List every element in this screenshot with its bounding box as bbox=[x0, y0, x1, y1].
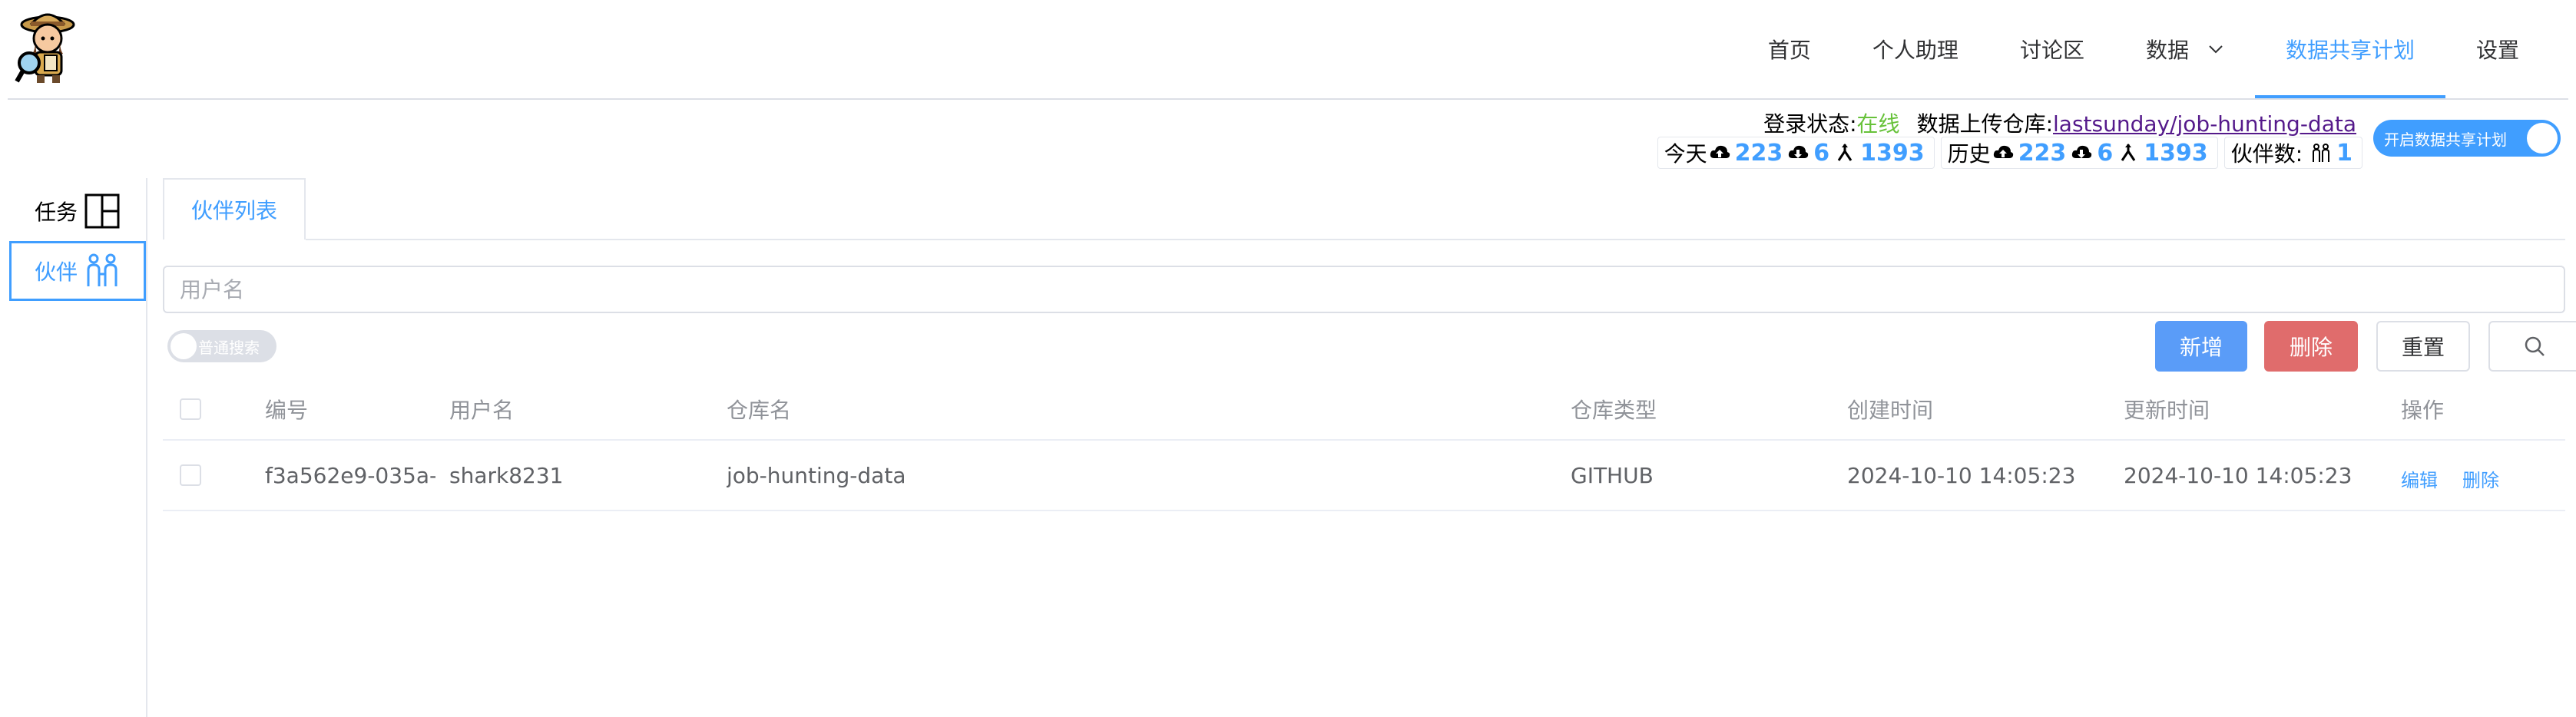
table-row: f3a562e9-035a- shark8231 job-hunting-dat… bbox=[163, 441, 2565, 511]
sidebar-item-partners-label: 伙伴 bbox=[34, 259, 78, 285]
stats-today-merge: 1393 bbox=[1860, 139, 1925, 167]
cloud-upload-icon bbox=[1710, 145, 1730, 158]
nav-assistant-label: 个人助理 bbox=[1872, 38, 1958, 63]
stats-history-merge: 1393 bbox=[2144, 139, 2208, 167]
chevron-down-icon bbox=[2209, 45, 2223, 54]
tab-partner-list[interactable]: 伙伴列表 bbox=[163, 178, 306, 240]
stats-history-download: 6 bbox=[2097, 139, 2114, 167]
column-header-actions: 操作 bbox=[2401, 398, 2445, 423]
sidebar-item-task-label: 任务 bbox=[34, 200, 78, 225]
cell-id: f3a562e9-035a- bbox=[265, 462, 435, 488]
add-button-label: 新增 bbox=[2179, 335, 2223, 360]
cloud-download-icon bbox=[2072, 145, 2092, 158]
partners-icon bbox=[87, 253, 118, 286]
column-header-repo: 仓库名 bbox=[727, 398, 792, 423]
tab-divider bbox=[306, 239, 2565, 240]
data-share-toggle[interactable]: 开启数据共享计划 bbox=[2373, 120, 2561, 157]
layout-icon bbox=[84, 193, 120, 229]
status-line: 登录状态:在线 数据上传仓库:lastsunday/job-hunting-dat… bbox=[1763, 107, 2356, 138]
nav-data-share-label: 数据共享计划 bbox=[2285, 38, 2415, 63]
header-divider bbox=[8, 98, 2568, 100]
cell-actions: 编辑 删除 bbox=[2401, 441, 2554, 510]
login-status-label: 登录状态: bbox=[1763, 111, 1857, 137]
stats-partners-label: 伙伴数: bbox=[2230, 141, 2303, 167]
nav-data-menu[interactable]: 数据 bbox=[2115, 0, 2255, 98]
data-share-toggle-label: 开启数据共享计划 bbox=[2384, 130, 2507, 149]
cell-created: 2024-10-10 14:05:23 bbox=[1847, 462, 2076, 488]
stats-today-upload: 223 bbox=[1734, 139, 1783, 167]
column-header-created: 创建时间 bbox=[1847, 398, 1934, 423]
delete-button[interactable]: 删除 bbox=[2264, 321, 2358, 372]
nav-discussion-label: 讨论区 bbox=[2019, 38, 2084, 63]
nav-settings-label: 设置 bbox=[2475, 38, 2519, 63]
cell-updated: 2024-10-10 14:05:23 bbox=[2124, 462, 2353, 488]
table-header-row: 编号 用户名 仓库名 仓库类型 创建时间 更新时间 操作 bbox=[163, 379, 2565, 441]
normal-search-toggle-label: 普通搜索 bbox=[198, 338, 260, 357]
stats-history-upload: 223 bbox=[2018, 139, 2067, 167]
column-header-id: 编号 bbox=[265, 398, 309, 423]
cloud-download-icon bbox=[1789, 145, 1809, 158]
nav-home-label: 首页 bbox=[1767, 38, 1811, 63]
nav-data-share[interactable]: 数据共享计划 bbox=[2254, 0, 2446, 98]
sidebar-divider bbox=[146, 178, 147, 717]
delete-row-button[interactable]: 删除 bbox=[2462, 459, 2499, 492]
stats-partners-count: 1 bbox=[2336, 139, 2353, 167]
reset-button-label: 重置 bbox=[2401, 335, 2445, 360]
nav-assistant[interactable]: 个人助理 bbox=[1842, 0, 1989, 98]
stats-history: 历史 223 6 1393 bbox=[1940, 137, 2218, 169]
toggle-knob bbox=[171, 333, 197, 359]
sidebar-item-task[interactable]: 任务 bbox=[9, 181, 146, 241]
stats-bar: 今天 223 6 1393 历史 223 6 1393 伙伴数: 1 bbox=[1657, 137, 2362, 169]
nav-discussion[interactable]: 讨论区 bbox=[1989, 0, 2115, 98]
search-button[interactable] bbox=[2488, 321, 2576, 372]
merge-icon bbox=[1837, 144, 1853, 161]
nav-settings[interactable]: 设置 bbox=[2445, 0, 2550, 98]
upload-repo-label: 数据上传仓库: bbox=[1916, 111, 2053, 137]
merge-icon bbox=[2121, 144, 2136, 161]
select-all-checkbox[interactable] bbox=[180, 398, 201, 420]
logo-explorer-icon bbox=[15, 13, 75, 83]
column-header-repo-type: 仓库类型 bbox=[1571, 398, 1657, 423]
partners-icon bbox=[2313, 144, 2330, 162]
cloud-upload-icon bbox=[1993, 145, 2013, 158]
delete-button-label: 删除 bbox=[2289, 335, 2333, 360]
app-root: 首页 个人助理 讨论区 数据 数据共享计划 设置 登录状态:在线 数据上传仓库:l… bbox=[0, 0, 2576, 717]
row-checkbox[interactable] bbox=[180, 464, 201, 486]
nav-home[interactable]: 首页 bbox=[1737, 0, 1842, 98]
stats-today: 今天 223 6 1393 bbox=[1657, 137, 1935, 169]
cell-repo: job-hunting-data bbox=[727, 462, 906, 488]
stats-partners: 伙伴数: 1 bbox=[2223, 137, 2362, 169]
add-button[interactable]: 新增 bbox=[2155, 321, 2247, 372]
edit-row-button[interactable]: 编辑 bbox=[2401, 459, 2438, 492]
column-header-username: 用户名 bbox=[449, 398, 515, 423]
normal-search-toggle[interactable]: 普通搜索 bbox=[167, 330, 276, 362]
sidebar-item-partners[interactable]: 伙伴 bbox=[9, 241, 146, 301]
nav-data-label: 数据 bbox=[2145, 38, 2189, 63]
stats-history-label: 历史 bbox=[1947, 141, 1991, 167]
top-nav: 首页 个人助理 讨论区 数据 数据共享计划 设置 bbox=[1737, 0, 2550, 98]
search-icon bbox=[2525, 336, 2545, 356]
stats-today-label: 今天 bbox=[1664, 141, 1707, 167]
column-header-updated: 更新时间 bbox=[2124, 398, 2210, 423]
cell-repo-type: GITHUB bbox=[1571, 462, 1654, 488]
partner-table: 编号 用户名 仓库名 仓库类型 创建时间 更新时间 操作 f3a562e9-03… bbox=[163, 379, 2565, 511]
stats-today-download: 6 bbox=[1813, 139, 1830, 167]
cell-username: shark8231 bbox=[449, 462, 564, 488]
reset-button[interactable]: 重置 bbox=[2376, 321, 2470, 372]
tab-partner-list-label: 伙伴列表 bbox=[190, 198, 277, 223]
login-status-value: 在线 bbox=[1856, 111, 1900, 137]
toggle-knob bbox=[2527, 123, 2558, 154]
upload-repo-link[interactable]: lastsunday/job-hunting-data bbox=[2053, 111, 2356, 137]
username-search-input[interactable] bbox=[163, 266, 2565, 313]
